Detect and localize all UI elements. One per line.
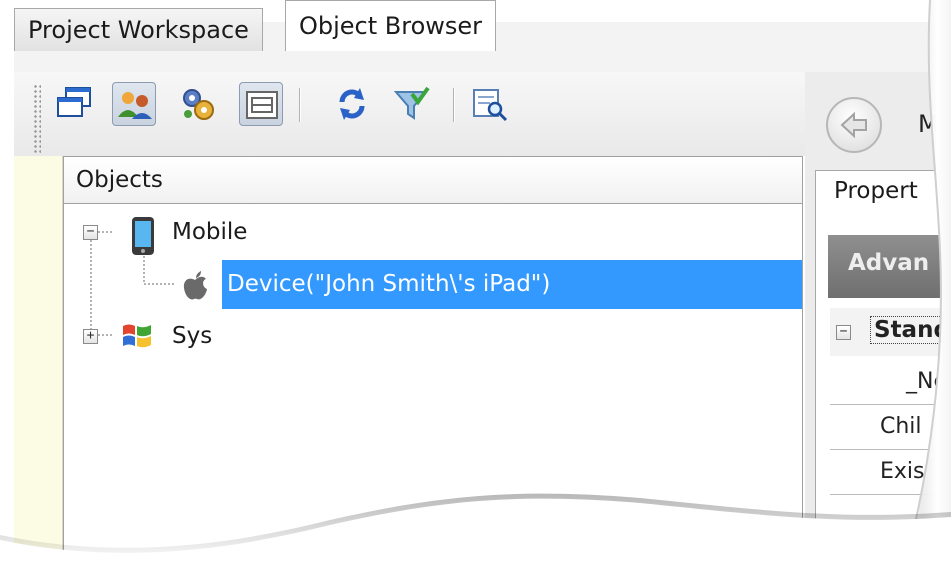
toolbar-separator (453, 88, 454, 122)
property-name: Exis (880, 459, 925, 484)
objects-column-header[interactable]: Objects (63, 156, 803, 204)
windows-logo-icon (120, 320, 154, 352)
toolbar-separator (299, 88, 300, 122)
mobile-device-icon (130, 216, 156, 256)
windows-cascade-icon[interactable] (52, 82, 96, 126)
find-object-icon[interactable] (468, 82, 512, 126)
gears-icon[interactable] (176, 82, 220, 126)
expand-sys-toggle[interactable]: + (83, 329, 98, 344)
frame-view-icon[interactable] (239, 82, 283, 126)
back-arrow-icon (840, 111, 867, 139)
tab-project-workspace[interactable]: Project Workspace (14, 8, 263, 51)
tree-node-sys[interactable]: Sys (172, 321, 212, 351)
panel-gutter (14, 156, 63, 565)
back-button[interactable] (826, 97, 882, 153)
filter-icon[interactable] (390, 82, 434, 126)
collapse-standard-toggle[interactable]: − (836, 325, 851, 340)
property-name: _Ne (906, 369, 947, 394)
object-browser-window: Project Workspace Object Browser Objects… (0, 0, 951, 565)
standard-group-label: Stand (870, 316, 951, 344)
tree-node-device-selected[interactable]: Device("John Smith\'s iPad") (222, 260, 802, 309)
users-objects-icon[interactable] (112, 82, 156, 126)
toolbar-grip[interactable] (33, 84, 41, 154)
tab-object-browser[interactable]: Object Browser (285, 0, 497, 51)
object-path-caption: M (918, 110, 939, 138)
refresh-icon[interactable] (330, 82, 374, 126)
collapse-mobile-toggle[interactable]: − (83, 225, 98, 240)
advanced-view-button[interactable]: Advan (848, 250, 929, 276)
tab-properties[interactable]: Propert (834, 178, 918, 204)
property-name: Chil (880, 414, 922, 439)
apple-icon (180, 270, 210, 302)
tree-node-mobile[interactable]: Mobile (172, 217, 247, 247)
